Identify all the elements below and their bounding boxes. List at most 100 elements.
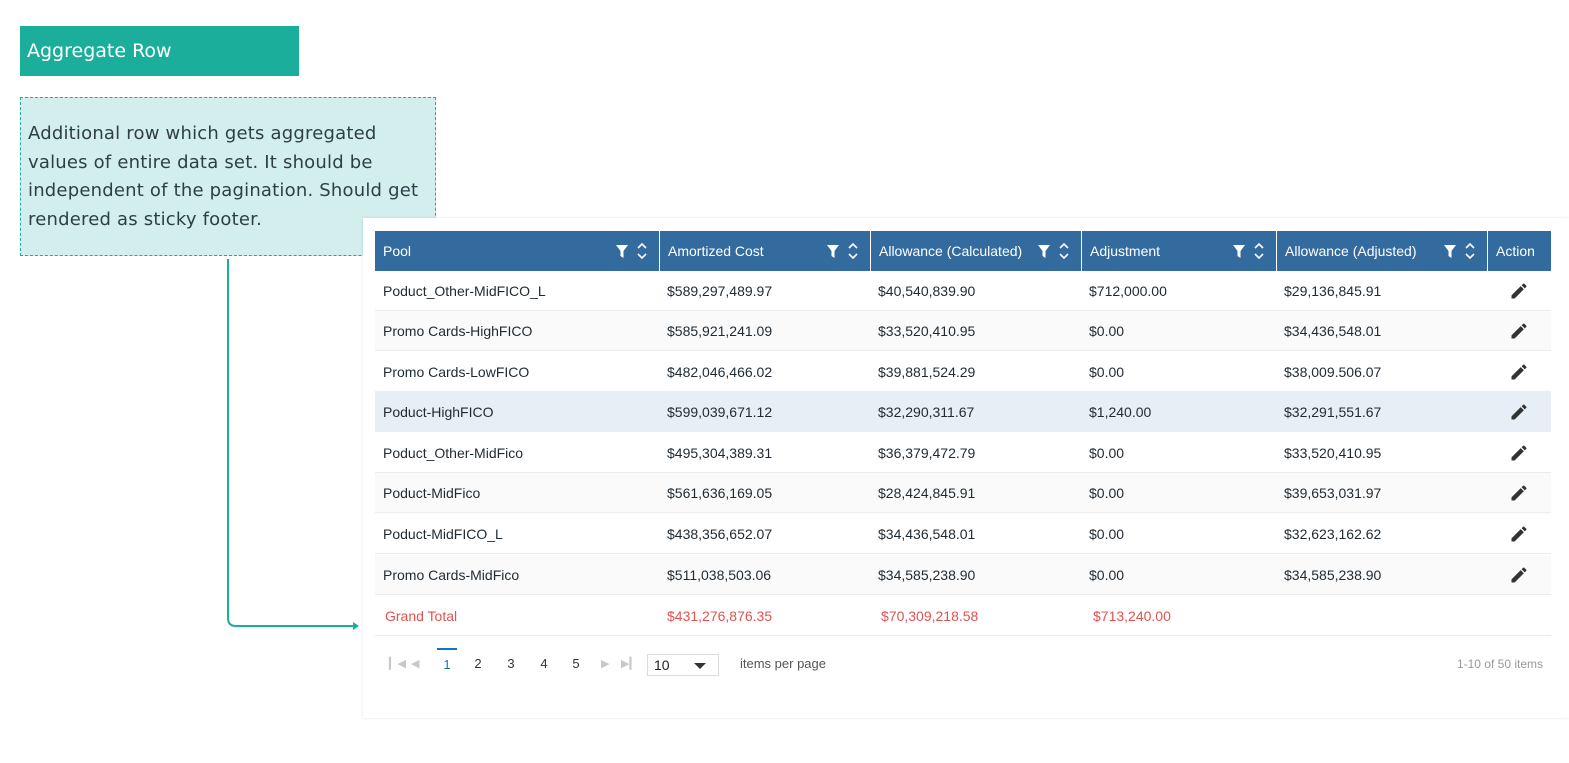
page-3[interactable]: 3 xyxy=(501,648,521,680)
column-header-label: Adjustment xyxy=(1090,243,1161,259)
action-cell xyxy=(1487,433,1551,473)
column-header-pool[interactable]: Pool xyxy=(375,231,659,271)
pool-cell: Promo Cards-HighFICO xyxy=(383,323,533,339)
allowance-adjusted-cell: $33,520,410.95 xyxy=(1284,445,1382,461)
column-header-adjustment[interactable]: Adjustment xyxy=(1081,231,1276,271)
sort-icon[interactable] xyxy=(848,242,858,260)
pencil-icon[interactable] xyxy=(1509,524,1529,544)
column-header-label: Pool xyxy=(383,243,412,259)
adjustment-cell: $712,000.00 xyxy=(1089,283,1167,299)
total-allowance-adjusted xyxy=(1276,596,1487,636)
pencil-icon[interactable] xyxy=(1509,362,1529,382)
pool-cell: Promo Cards-MidFico xyxy=(383,567,520,583)
page-size-select[interactable]: 10 xyxy=(647,654,719,676)
table-row[interactable]: Poduct-HighFICO $599,039,671.12 $32,290,… xyxy=(375,392,1551,432)
first-page-icon[interactable]: ▎◀ xyxy=(389,648,406,680)
action-cell xyxy=(1487,392,1551,432)
filter-icon[interactable] xyxy=(616,244,628,258)
filter-icon[interactable] xyxy=(1038,244,1050,258)
grid-header: Pool Amortized Cost Allowance (Calculate… xyxy=(375,231,1551,271)
pool-cell: Promo Cards-LowFICO xyxy=(383,364,530,380)
pencil-icon[interactable] xyxy=(1509,321,1529,341)
table-row[interactable]: Poduct-MidFico $561,636,169.05 $28,424,8… xyxy=(375,473,1551,513)
column-header-label: Action xyxy=(1496,243,1535,259)
page-5[interactable]: 5 xyxy=(566,648,586,680)
adjustment-cell: $0.00 xyxy=(1089,323,1125,339)
table-row[interactable]: Promo Cards-MidFico $511,038,503.06 $34,… xyxy=(375,555,1551,595)
page-2[interactable]: 2 xyxy=(468,648,488,680)
aggregate-row: Grand Total $431,276,876.35 $70,309,218.… xyxy=(375,596,1551,636)
column-header-label: Amortized Cost xyxy=(668,243,764,259)
table-row[interactable]: Promo Cards-LowFICO $482,046,466.02 $39,… xyxy=(375,352,1551,392)
total-adjustment: $713,240.00 xyxy=(1093,608,1171,624)
pencil-icon[interactable] xyxy=(1509,565,1529,585)
table-row[interactable]: Poduct_Other-MidFico $495,304,389.31 $36… xyxy=(375,433,1551,473)
amortized-cost-cell: $561,636,169.05 xyxy=(667,485,773,501)
adjustment-cell: $0.00 xyxy=(1089,445,1125,461)
allowance-adjusted-cell: $34,436,548.01 xyxy=(1284,323,1382,339)
amortized-cost-cell: $438,356,652.07 xyxy=(667,526,773,542)
pager-info: 1-10 of 50 items xyxy=(1456,657,1543,671)
action-cell xyxy=(1487,352,1551,392)
amortized-cost-cell: $482,046,466.02 xyxy=(667,364,773,380)
allowance-calculated-cell: $34,436,548.01 xyxy=(878,526,976,542)
pager: ▎◀ ◀ 1 2 3 4 5 ▶ ▶▎ 10 items per page 1-… xyxy=(375,648,1551,680)
filter-icon[interactable] xyxy=(1233,244,1245,258)
allowance-adjusted-cell: $34,585,238.90 xyxy=(1284,567,1382,583)
adjustment-cell: $0.00 xyxy=(1089,526,1125,542)
amortized-cost-cell: $585,921,241.09 xyxy=(667,323,773,339)
column-header-amortized-cost[interactable]: Amortized Cost xyxy=(659,231,870,271)
table-row[interactable]: Poduct_Other-MidFICO_L $589,297,489.97 $… xyxy=(375,271,1551,311)
allowance-adjusted-cell: $32,291,551.67 xyxy=(1284,404,1382,420)
amortized-cost-cell: $511,038,503.06 xyxy=(667,567,772,583)
sort-icon[interactable] xyxy=(1254,242,1264,260)
sort-icon[interactable] xyxy=(1059,242,1069,260)
allowance-calculated-cell: $39,881,524.29 xyxy=(878,364,976,380)
action-cell xyxy=(1487,514,1551,554)
next-page-icon[interactable]: ▶ xyxy=(601,648,609,680)
allowance-calculated-cell: $34,585,238.90 xyxy=(878,567,976,583)
action-cell xyxy=(1487,555,1551,595)
page-4[interactable]: 4 xyxy=(534,648,554,680)
allowance-calculated-cell: $28,424,845.91 xyxy=(878,485,976,501)
page-size-value: 10 xyxy=(654,657,670,673)
table-row[interactable]: Promo Cards-HighFICO $585,921,241.09 $33… xyxy=(375,311,1551,351)
sort-icon[interactable] xyxy=(637,242,647,260)
amortized-cost-cell: $589,297,489.97 xyxy=(667,283,773,299)
amortized-cost-cell: $495,304,389.31 xyxy=(667,445,773,461)
previous-page-icon[interactable]: ◀ xyxy=(411,648,419,680)
table-row[interactable]: Poduct-MidFICO_L $438,356,652.07 $34,436… xyxy=(375,514,1551,554)
data-grid: Pool Amortized Cost Allowance (Calculate… xyxy=(363,218,1569,718)
column-header-allowance-adjusted[interactable]: Allowance (Adjusted) xyxy=(1276,231,1487,271)
pool-cell: Poduct_Other-MidFico xyxy=(383,445,524,461)
pencil-icon[interactable] xyxy=(1509,443,1529,463)
pencil-icon[interactable] xyxy=(1509,281,1529,301)
allowance-adjusted-cell: $32,623,162.62 xyxy=(1284,526,1382,542)
allowance-calculated-cell: $33,520,410.95 xyxy=(878,323,976,339)
adjustment-cell: $0.00 xyxy=(1089,485,1125,501)
sort-icon[interactable] xyxy=(1465,242,1475,260)
pool-cell: Poduct-MidFICO_L xyxy=(383,526,503,542)
adjustment-cell: $0.00 xyxy=(1089,364,1125,380)
page-1[interactable]: 1 xyxy=(437,648,457,680)
amortized-cost-cell: $599,039,671.12 xyxy=(667,404,773,420)
pool-cell: Poduct-MidFico xyxy=(383,485,481,501)
allowance-calculated-cell: $36,379,472.79 xyxy=(878,445,976,461)
filter-icon[interactable] xyxy=(827,244,839,258)
allowance-adjusted-cell: $38,009.506.07 xyxy=(1284,364,1382,380)
action-cell xyxy=(1487,311,1551,351)
adjustment-cell: $0.00 xyxy=(1089,567,1125,583)
grand-total-label: Grand Total xyxy=(385,608,458,624)
filter-icon[interactable] xyxy=(1444,244,1456,258)
column-header-allowance-calculated[interactable]: Allowance (Calculated) xyxy=(870,231,1081,271)
pencil-icon[interactable] xyxy=(1509,402,1529,422)
total-action xyxy=(1487,596,1551,636)
chevron-down-icon xyxy=(694,663,706,669)
pencil-icon[interactable] xyxy=(1509,483,1529,503)
action-cell xyxy=(1487,271,1551,311)
adjustment-cell: $1,240.00 xyxy=(1089,404,1152,420)
column-header-label: Allowance (Adjusted) xyxy=(1285,243,1417,259)
pool-cell: Poduct_Other-MidFICO_L xyxy=(383,283,546,299)
last-page-icon[interactable]: ▶▎ xyxy=(621,648,638,680)
pool-cell: Poduct-HighFICO xyxy=(383,404,494,420)
